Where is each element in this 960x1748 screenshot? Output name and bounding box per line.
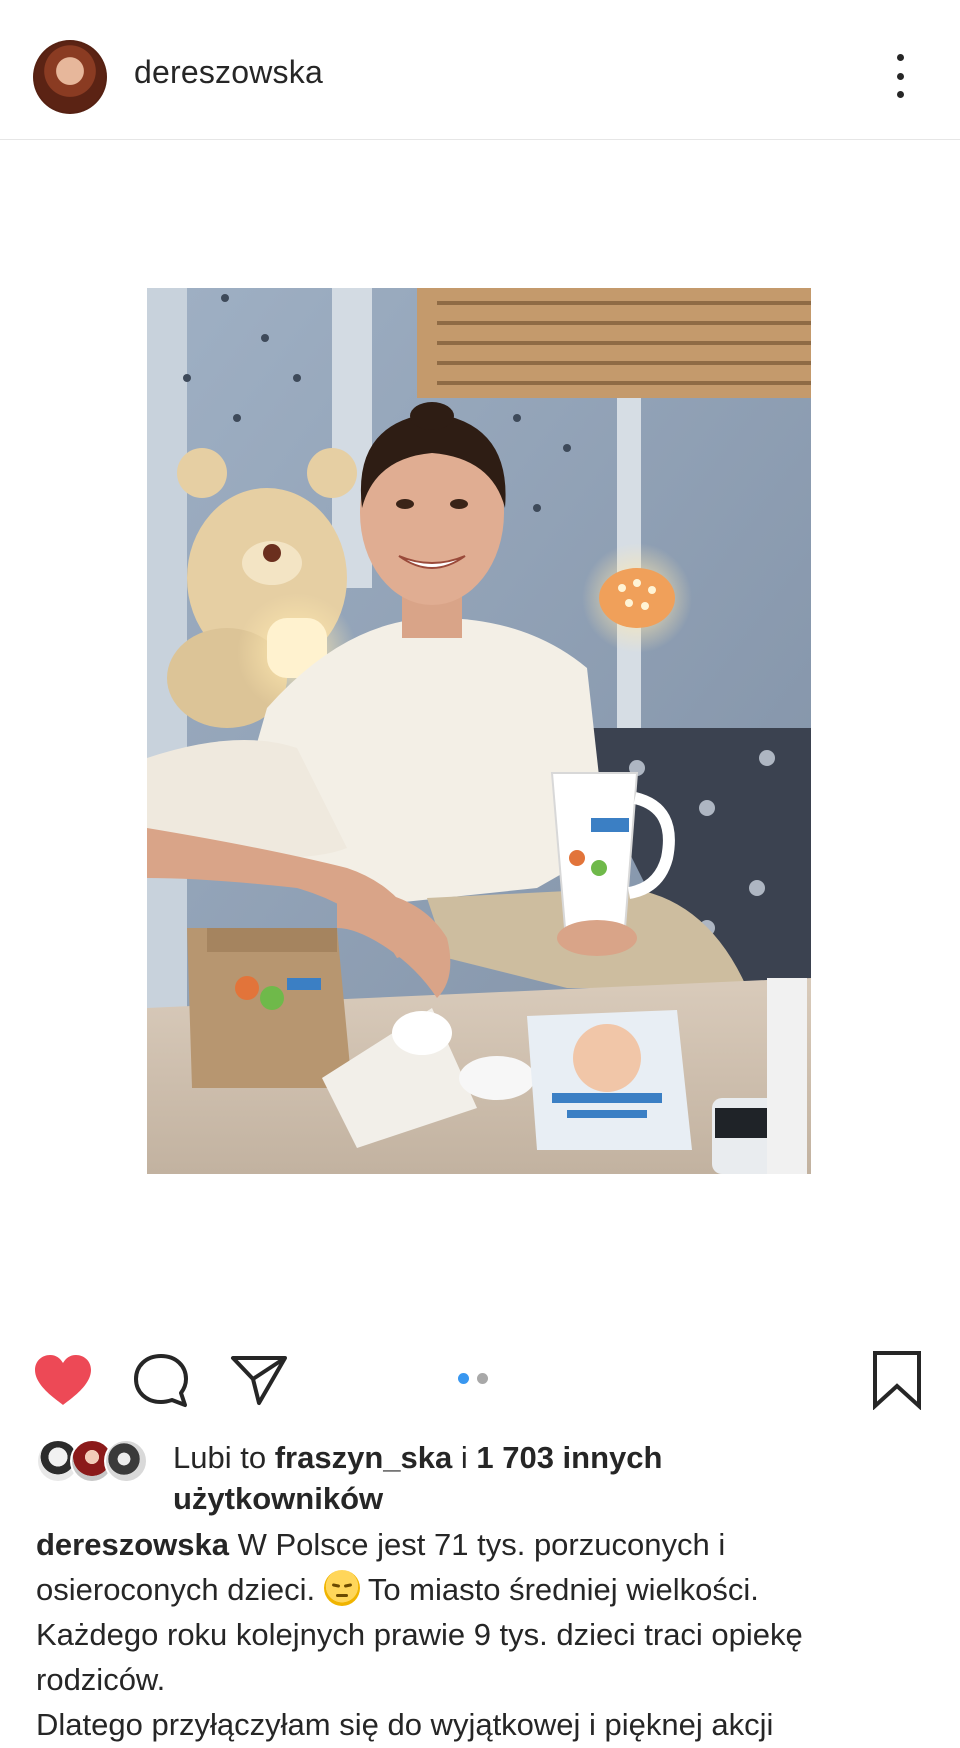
- likes-summary: Lubi to fraszyn_ska i 1 703 innych użytk…: [173, 1437, 773, 1519]
- post-media[interactable]: [0, 140, 960, 1335]
- carousel-dot: [477, 1373, 488, 1384]
- caption-line: Każdego roku kolejnych prawie 9 tys. dzi…: [36, 1617, 803, 1697]
- comment-icon-svg: [134, 1354, 188, 1407]
- menu-dot: [896, 72, 904, 80]
- caption-line: dereszowska W Polsce jest 71 tys. porzuc…: [36, 1522, 916, 1612]
- comment-icon[interactable]: [128, 1349, 194, 1411]
- send-icon[interactable]: [226, 1349, 292, 1411]
- heart-filled-icon[interactable]: [30, 1349, 96, 1411]
- send-icon-svg: [231, 1356, 287, 1405]
- heart-filled-icon-svg: [35, 1355, 91, 1405]
- post-username[interactable]: dereszowska: [134, 54, 323, 91]
- likes-connector: i: [460, 1440, 468, 1475]
- profile-avatar[interactable]: [33, 40, 107, 114]
- post-actions: [0, 1335, 960, 1427]
- carousel-dot-active: [458, 1373, 469, 1384]
- likes-prefix: Lubi to: [173, 1440, 267, 1475]
- post-caption: dereszowska W Polsce jest 71 tys. porzuc…: [36, 1522, 916, 1747]
- more-vertical-icon[interactable]: [880, 54, 920, 98]
- carousel-indicator: [458, 1373, 488, 1384]
- likes-row[interactable]: Lubi to fraszyn_ska i 1 703 innych użytk…: [36, 1437, 936, 1517]
- menu-dot: [896, 54, 904, 61]
- caption-username[interactable]: dereszowska: [36, 1527, 229, 1562]
- post-photo: [147, 288, 811, 1174]
- bookmark-icon-svg: [873, 1351, 921, 1410]
- menu-dot: [896, 91, 904, 98]
- liker-avatars: [36, 1439, 156, 1485]
- liker-avatar: [104, 1439, 148, 1483]
- caption-text-continued: To miasto średniej wielkości.: [367, 1572, 759, 1607]
- pensive-face-emoji: [323, 1570, 360, 1606]
- caption-line: Dlatego przyłączyłam się do wyjątkowej i…: [36, 1707, 774, 1742]
- liker-username[interactable]: fraszyn_ska: [275, 1440, 453, 1475]
- bookmark-icon[interactable]: [864, 1347, 930, 1413]
- post-header: dereszowska: [0, 0, 960, 140]
